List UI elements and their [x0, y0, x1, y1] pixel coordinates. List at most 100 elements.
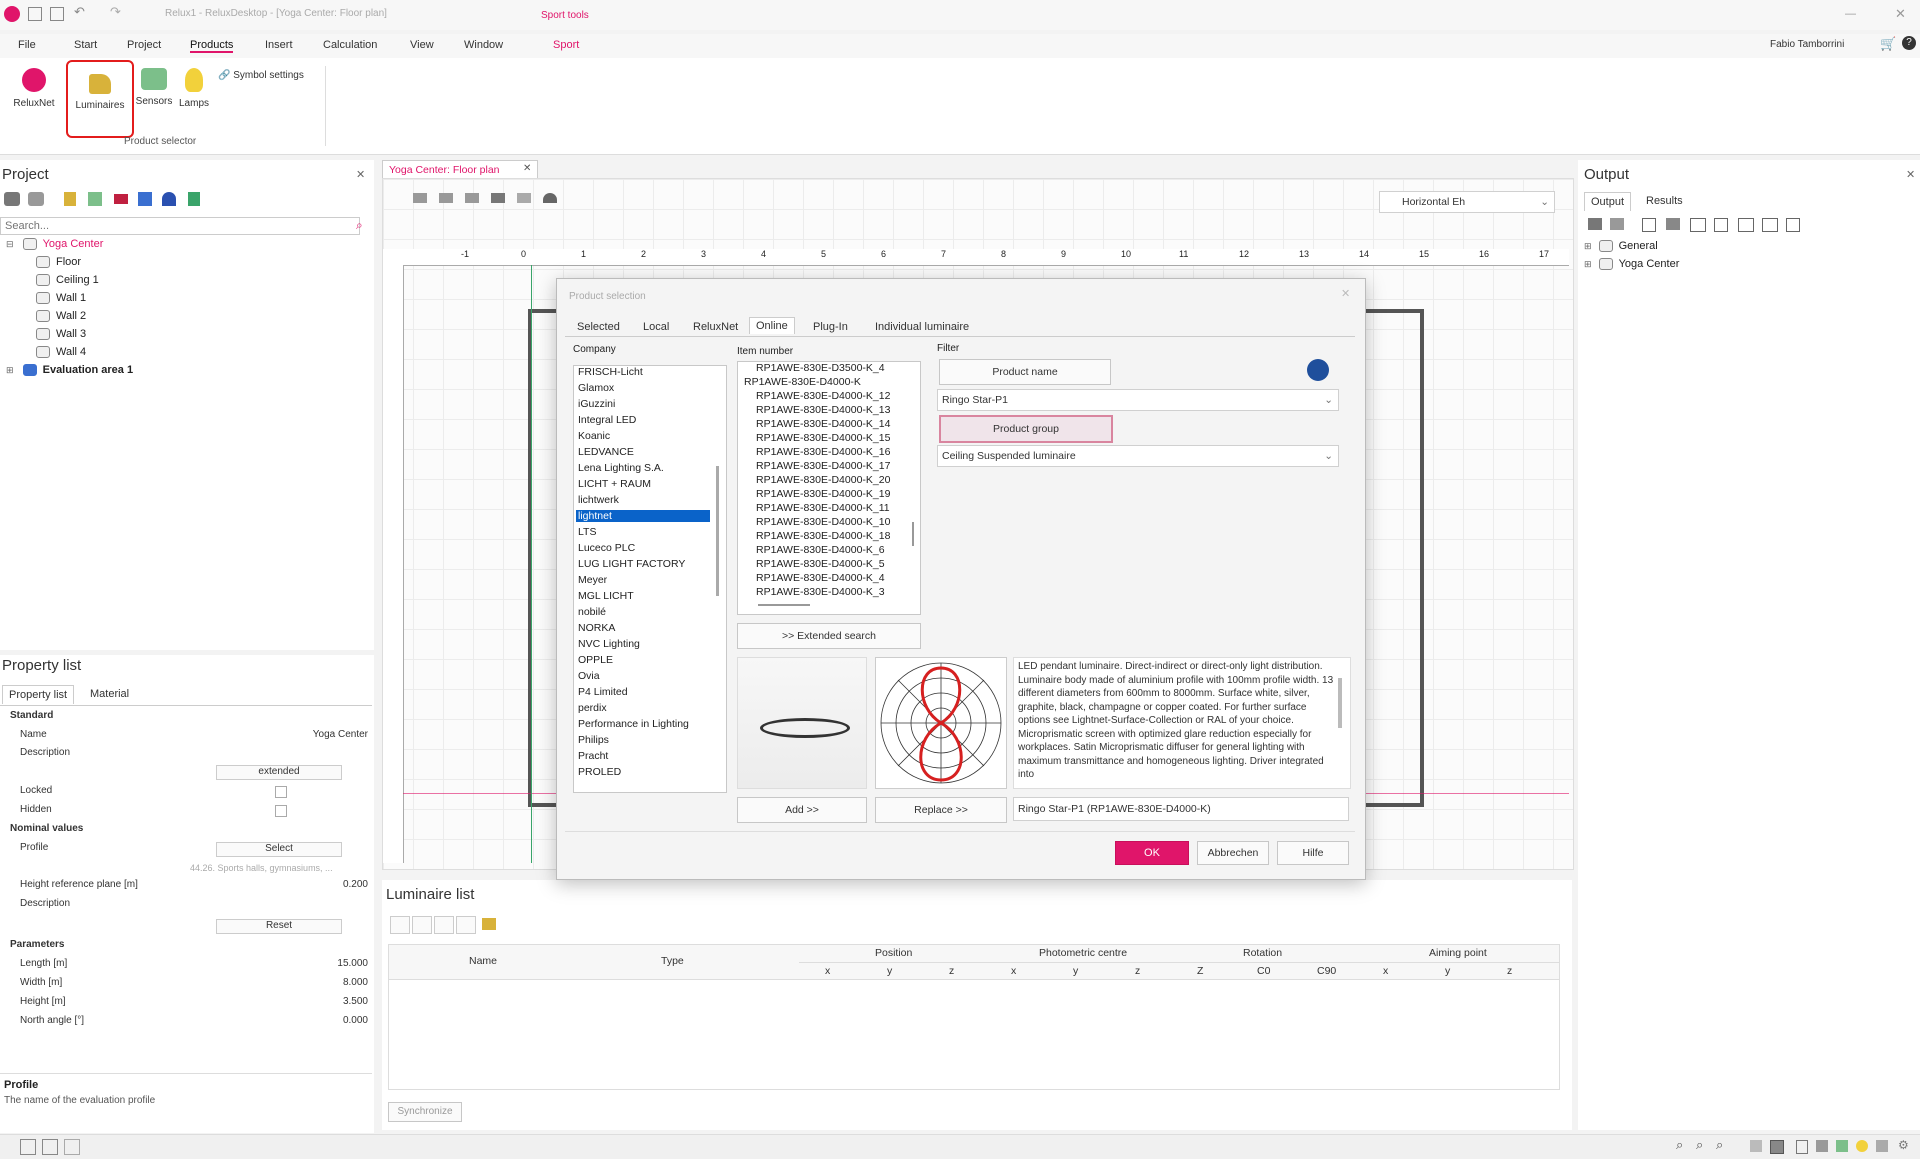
zoom-out-icon[interactable]: ⌕: [1696, 1137, 1703, 1153]
add-button[interactable]: Add >>: [737, 797, 867, 823]
company-item[interactable]: LUG LIGHT FACTORY: [578, 558, 685, 570]
undo-icon[interactable]: ↶: [74, 4, 85, 20]
item-number[interactable]: RP1AWE-830E-D4000-K_20: [756, 474, 890, 486]
export-icon[interactable]: [1786, 218, 1800, 232]
company-item[interactable]: iGuzzini: [578, 398, 615, 410]
symbol-settings-button[interactable]: 🔗 Symbol settings: [218, 70, 304, 81]
company-item[interactable]: perdix: [578, 702, 607, 714]
tree-item-wall-1[interactable]: Wall 1: [36, 292, 86, 305]
item-scrollbar[interactable]: [912, 522, 914, 546]
extended-button[interactable]: extended: [216, 765, 342, 780]
item-hscrollbar[interactable]: [758, 604, 810, 606]
item-number[interactable]: RP1AWE-830E-D4000-K: [744, 376, 861, 388]
prop-value[interactable]: 8.000: [343, 977, 368, 988]
company-item[interactable]: LEDVANCE: [578, 446, 634, 458]
section-standard[interactable]: Standard: [0, 708, 372, 726]
section-parameters[interactable]: Parameters: [0, 937, 372, 955]
tree-item-wall-4[interactable]: Wall 4: [36, 346, 86, 359]
view-mode-icon[interactable]: [1750, 1140, 1762, 1152]
company-item[interactable]: PROLED: [578, 766, 621, 778]
shade-icon[interactable]: [1876, 1140, 1888, 1152]
view-side-icon[interactable]: [465, 193, 479, 203]
redo-icon[interactable]: ↷: [110, 4, 121, 20]
storey-icon[interactable]: [1610, 218, 1624, 230]
result-type-select[interactable]: Horizontal Eh ⌄: [1379, 191, 1555, 213]
cube-outline-icon[interactable]: [1690, 218, 1706, 232]
company-item[interactable]: Philips: [578, 734, 609, 746]
output-tree-yoga-center[interactable]: ⊞ Yoga Center: [1584, 258, 1679, 271]
company-scrollbar[interactable]: [716, 466, 719, 596]
prop-value[interactable]: 0.000: [343, 1015, 368, 1026]
product-name-button[interactable]: Product name: [939, 359, 1111, 385]
report-icon[interactable]: [1714, 218, 1728, 232]
menu-products[interactable]: Products: [190, 39, 234, 53]
help-button[interactable]: Hilfe: [1277, 841, 1349, 865]
item-number[interactable]: RP1AWE-830E-D4000-K_19: [756, 488, 890, 500]
table-icon[interactable]: [1738, 218, 1754, 232]
company-item[interactable]: Ovia: [578, 670, 600, 682]
tree-item-floor[interactable]: Floor: [36, 256, 81, 269]
col-position[interactable]: Position: [875, 947, 912, 959]
sensors-button[interactable]: Sensors: [134, 68, 174, 107]
company-item[interactable]: NVC Lighting: [578, 638, 640, 650]
luminaires-button[interactable]: Luminaires: [66, 60, 134, 138]
door-tool-icon[interactable]: [162, 192, 176, 206]
cancel-button[interactable]: Abbrechen: [1197, 841, 1269, 865]
locked-checkbox[interactable]: [275, 786, 287, 798]
layout-grid-icon[interactable]: [20, 1139, 36, 1155]
item-number[interactable]: RP1AWE-830E-D4000-K_17: [756, 460, 890, 472]
item-number-list[interactable]: RP1AWE-830E-D3500-K_4 RP1AWE-830E-D4000-…: [737, 361, 921, 615]
item-number[interactable]: RP1AWE-830E-D4000-K_11: [756, 502, 890, 514]
render-icon[interactable]: [1816, 1140, 1828, 1152]
layout-list-icon[interactable]: [42, 1139, 58, 1155]
view-front-icon[interactable]: [439, 193, 453, 203]
item-number[interactable]: RP1AWE-830E-D4000-K_3: [756, 586, 885, 598]
tab-online[interactable]: Online: [749, 317, 795, 334]
menu-view[interactable]: View: [410, 39, 434, 51]
item-number[interactable]: RP1AWE-830E-D4000-K_12: [756, 390, 890, 402]
remove-icon[interactable]: [412, 916, 432, 934]
hidden-checkbox[interactable]: [275, 805, 287, 817]
view-3d-icon[interactable]: [491, 193, 505, 203]
cube-tool-icon[interactable]: [138, 192, 152, 206]
product-name-select[interactable]: Ringo Star-P1 ⌄: [937, 389, 1339, 411]
false-color-icon[interactable]: [1836, 1140, 1848, 1152]
tab-results[interactable]: Results: [1640, 192, 1689, 210]
company-item[interactable]: Performance in Lighting: [578, 718, 689, 730]
item-number[interactable]: RP1AWE-830E-D4000-K_18: [756, 530, 890, 542]
view-top-icon[interactable]: [413, 193, 427, 203]
prop-value[interactable]: Yoga Center: [313, 729, 368, 740]
zoom-fit-icon[interactable]: ⌕: [1716, 1137, 1723, 1153]
building-icon[interactable]: [4, 192, 20, 206]
close-window-icon[interactable]: ✕: [1895, 6, 1906, 22]
company-item[interactable]: P4 Limited: [578, 686, 628, 698]
layout-split-icon[interactable]: [64, 1139, 80, 1155]
reluxnet-button[interactable]: ReluxNet: [8, 68, 60, 109]
menu-start[interactable]: Start: [74, 39, 97, 51]
item-number[interactable]: RP1AWE-830E-D4000-K_5: [756, 558, 885, 570]
extended-search-button[interactable]: >> Extended search: [737, 623, 921, 649]
wall-tool-icon[interactable]: [114, 194, 128, 204]
project-search-input[interactable]: [0, 217, 360, 235]
tree-item-yoga-center[interactable]: ⊟ Yoga Center: [6, 238, 103, 251]
expand-icon[interactable]: ⊞: [1584, 241, 1592, 251]
calc-tool-icon[interactable]: [188, 192, 200, 206]
help-icon[interactable]: ?: [1902, 36, 1916, 50]
item-number[interactable]: RP1AWE-830E-D4000-K_14: [756, 418, 890, 430]
close-tab-icon[interactable]: ✕: [523, 163, 531, 174]
menu-calculation[interactable]: Calculation: [323, 39, 377, 51]
menu-window[interactable]: Window: [464, 39, 503, 51]
luminaire-tool-icon[interactable]: [64, 192, 76, 206]
company-item[interactable]: Lena Lighting S.A.: [578, 462, 664, 474]
prop-value[interactable]: 15.000: [337, 958, 368, 969]
company-item[interactable]: Integral LED: [578, 414, 636, 426]
building-icon[interactable]: [1588, 218, 1602, 230]
section-nominal[interactable]: Nominal values: [0, 821, 372, 839]
col-name[interactable]: Name: [469, 955, 497, 967]
tab-output[interactable]: Output: [1584, 192, 1632, 211]
selected-product-field[interactable]: Ringo Star-P1 (RP1AWE-830E-D4000-K): [1013, 797, 1349, 821]
prop-value[interactable]: 0.200: [343, 879, 368, 890]
settings-icon[interactable]: [456, 916, 476, 934]
tab-selected[interactable]: Selected: [571, 319, 626, 335]
tab-plug-in[interactable]: Plug-In: [807, 319, 854, 335]
